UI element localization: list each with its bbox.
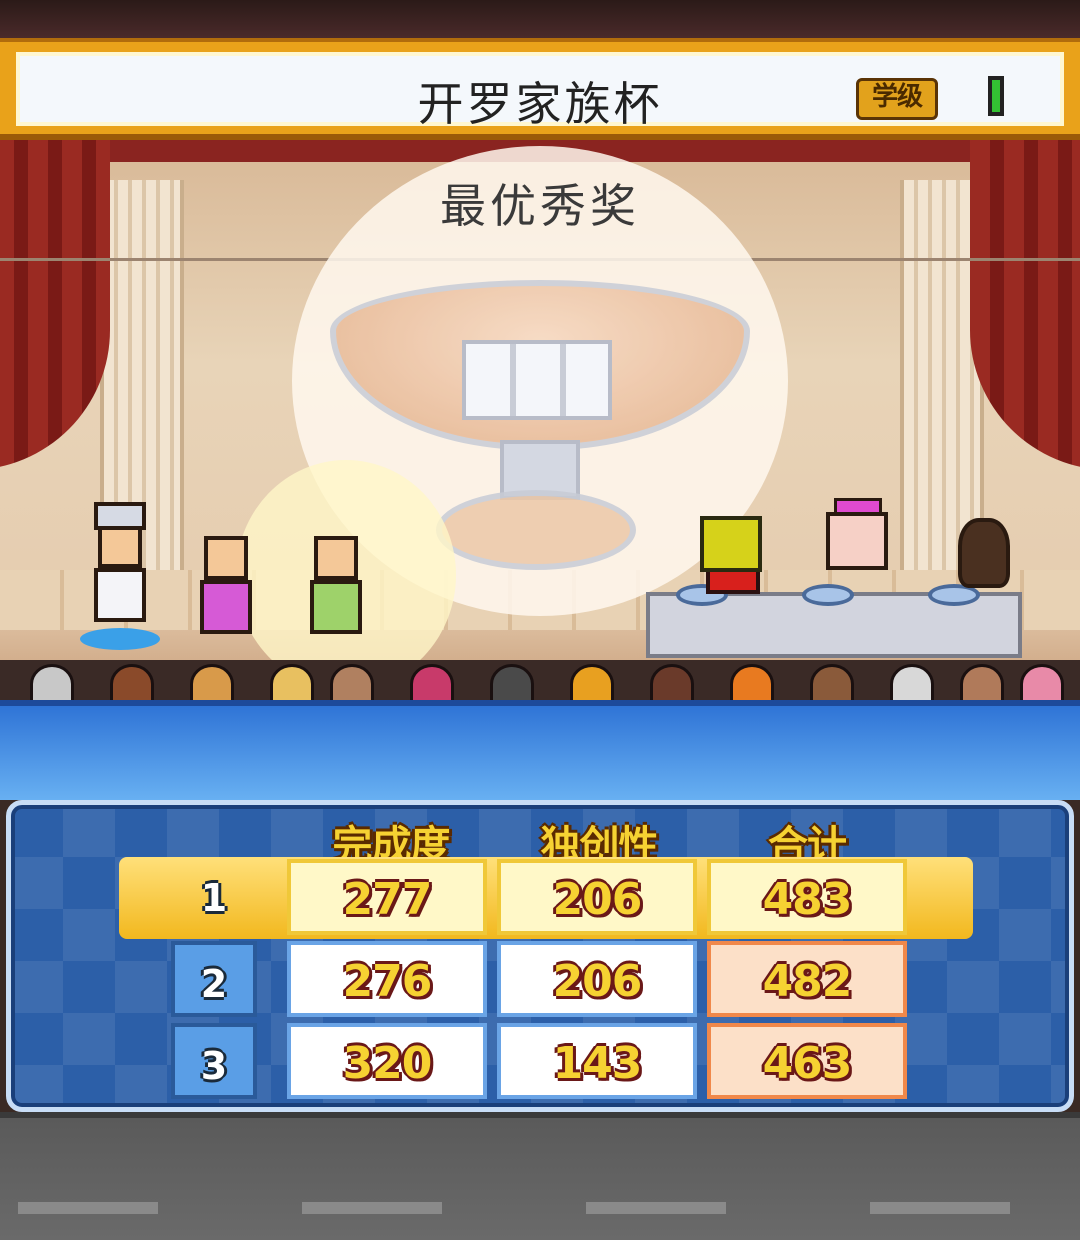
audience-head [30,664,74,700]
chef-character [90,502,150,634]
audience-head [490,664,534,700]
audience-head [330,664,374,700]
rank-number: 1 [200,876,228,920]
score-originality: 143 [497,1023,697,1099]
score-total: 463 [707,1023,907,1099]
audience-head [1020,664,1064,700]
judge-monkey [958,518,1010,588]
score-panel: 完成度 独创性 合计 1 277 206 483 2 276 206 482 3… [6,800,1074,1112]
title-bar: 开罗家族杯 学级 [0,38,1080,140]
audience-head [730,664,774,700]
audience-head [410,664,454,700]
audience-head [890,664,934,700]
audience-head [110,664,154,700]
score-originality: 206 [497,941,697,1017]
audience-head [960,664,1004,700]
contestant-character [196,536,256,646]
title-panel: 开罗家族杯 学级 [16,52,1064,131]
plate-icon [802,584,854,606]
trophy-ice-cubes [462,340,612,420]
audience-head [270,664,314,700]
message-band [0,700,1080,800]
judge-robot [700,516,762,572]
battery-icon [988,76,1004,116]
score-completion: 276 [287,941,487,1017]
audience-head [190,664,234,700]
rank-number: 3 [171,1023,257,1099]
score-completion: 277 [287,859,487,935]
audience-head [810,664,854,700]
score-completion: 320 [287,1023,487,1099]
score-total: 482 [707,941,907,1017]
road-footer [0,1112,1080,1240]
lane-marking [302,1202,442,1214]
score-total: 483 [707,859,907,935]
audience-row [0,660,1080,700]
lane-marking [586,1202,726,1214]
trophy-base [436,490,636,570]
winner-character [306,536,366,646]
audience-head [650,664,694,700]
judge-box-head [826,512,888,570]
rank-badge: 学级 [856,78,938,120]
lane-marking [870,1202,1010,1214]
audience-head [570,664,614,700]
lane-marking [18,1202,158,1214]
score-originality: 206 [497,859,697,935]
award-stage: 最优秀奖 [0,140,1080,700]
award-title: 最优秀奖 [440,179,640,233]
top-frame [0,0,1080,38]
rank-number: 2 [171,941,257,1017]
